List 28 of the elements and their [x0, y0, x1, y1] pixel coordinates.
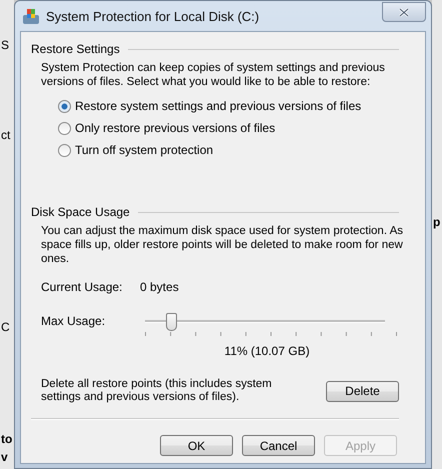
field-label: Current Usage: — [41, 280, 124, 294]
radio-option[interactable]: Only restore previous versions of files — [58, 121, 413, 135]
slider-thumb[interactable] — [166, 313, 178, 331]
background-text: p — [432, 215, 442, 229]
usage-reading: 11% (10.07 GB) — [223, 344, 311, 358]
dialog-button[interactable]: Cancel — [242, 435, 315, 456]
radio-option[interactable]: Turn off system protection — [58, 143, 413, 157]
usage-value: 0 bytes — [140, 280, 179, 294]
delete-description: Delete all restore points (this includes system settings and previous versions of files). — [41, 378, 273, 404]
description-text: You can adjust the maximum disk space used for system protection. As space fills up, older restore points will be deleted to make room for new ones. — [41, 224, 404, 266]
close-icon — [399, 8, 409, 16]
background-text: to — [0, 432, 14, 446]
group-heading: Disk Space Usage — [31, 205, 130, 219]
background-text: C — [0, 320, 11, 334]
background-text: S — [0, 38, 10, 52]
window-title: System Protection for Local Disk (C:) — [46, 8, 260, 24]
radio-option[interactable]: Restore system settings and previous versions of files — [58, 99, 413, 113]
radio-button[interactable] — [58, 122, 71, 134]
background-text: v — [0, 450, 9, 464]
group-heading: Restore Settings — [31, 42, 120, 56]
close-button[interactable] — [382, 2, 426, 22]
dialog-button[interactable]: OK — [160, 435, 233, 456]
background-text: ct — [0, 128, 12, 142]
delete-button[interactable]: Delete — [326, 380, 399, 402]
radio-button[interactable] — [58, 100, 71, 112]
radio-button[interactable] — [58, 144, 71, 156]
field-label: Max Usage: — [41, 314, 106, 330]
description-text: System Protection can keep copies of system settings and previous versions of files. Select what you would like to be able to restore: — [41, 61, 386, 89]
